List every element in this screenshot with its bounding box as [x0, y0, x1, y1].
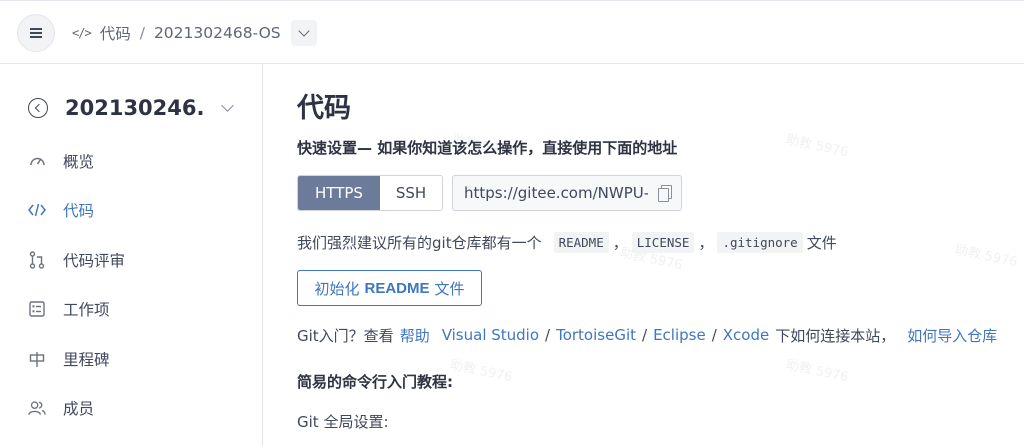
- sidebar-item-label: 成员: [63, 400, 95, 418]
- https-tab[interactable]: HTTPS: [298, 176, 380, 210]
- visual-studio-link[interactable]: Visual Studio: [442, 326, 539, 344]
- init-readme-suffix: 文件: [434, 280, 465, 298]
- help-middle-text: 下如何连接本站，: [775, 326, 896, 345]
- page-title: 代码: [297, 93, 351, 124]
- pull-request-icon: [28, 251, 46, 269]
- dashboard-icon: [28, 152, 46, 170]
- recommend-separator: ，: [698, 233, 714, 252]
- sidebar-item-milestones[interactable]: 里程碑: [28, 342, 238, 376]
- git-global-settings-label: Git 全局设置:: [297, 413, 389, 431]
- init-readme-bold: README: [364, 279, 430, 297]
- quick-setup-heading: 快速设置— 如果你知道该怎么操作，直接使用下面的地址: [297, 139, 678, 157]
- sidebar-item-label: 代码评审: [63, 252, 126, 270]
- help-prefix: Git入门？查看: [297, 326, 394, 345]
- help-links-line: Git入门？查看 帮助 Visual Studio / TortoiseGit …: [297, 323, 997, 347]
- breadcrumb-section[interactable]: 代码: [100, 22, 131, 44]
- sidebar-item-label: 里程碑: [63, 351, 110, 369]
- init-readme-button[interactable]: 初始化 README 文件: [297, 270, 482, 306]
- sidebar-item-label: 工作项: [63, 301, 110, 319]
- copy-icon[interactable]: [658, 185, 672, 202]
- main-content: 代码 快速设置— 如果你知道该怎么操作，直接使用下面的地址 HTTPS SSH …: [297, 64, 1017, 446]
- recommend-prefix: 我们强烈建议所有的git仓库都有一个: [297, 233, 542, 252]
- chevron-down-icon: [297, 25, 310, 37]
- import-repo-link[interactable]: 如何导入仓库: [907, 325, 997, 346]
- gitignore-code: .gitignore: [717, 231, 803, 253]
- code-icon: [28, 201, 46, 219]
- sidebar-item-code[interactable]: 代码: [28, 193, 238, 227]
- clone-url-text[interactable]: https://gitee.com/NWPU-C: [464, 184, 648, 202]
- repo-name[interactable]: 202130246...: [65, 96, 205, 120]
- tortoisegit-link[interactable]: TortoiseGit: [556, 326, 636, 344]
- repo-switch-dropdown[interactable]: [290, 20, 317, 46]
- readme-code: README: [553, 231, 609, 253]
- clone-url-field[interactable]: https://gitee.com/NWPU-C: [452, 175, 682, 211]
- link-separator: /: [545, 326, 551, 344]
- milestone-icon: [28, 350, 46, 368]
- protocol-toggle: HTTPS SSH: [297, 175, 443, 211]
- menu-toggle-button[interactable]: [17, 14, 55, 52]
- recommend-suffix: 文件: [806, 233, 837, 252]
- recommend-files-text: 我们强烈建议所有的git仓库都有一个 README， LICENSE， .git…: [297, 229, 837, 255]
- link-separator: /: [711, 326, 717, 344]
- chevron-down-icon[interactable]: [221, 99, 234, 112]
- repo-header: 202130246...: [28, 92, 248, 124]
- sidebar-item-tasks[interactable]: 工作项: [28, 292, 238, 326]
- sidebar: 202130246... 概览 代码 代码评审 工作项 里程碑 成员: [0, 64, 263, 446]
- link-separator: /: [642, 326, 648, 344]
- top-bar: </> 代码 / 2021302468-OS: [0, 0, 1024, 64]
- license-code: LICENSE: [631, 231, 695, 253]
- sidebar-item-members[interactable]: 成员: [28, 391, 238, 425]
- sidebar-item-code-review[interactable]: 代码评审: [28, 243, 238, 277]
- task-list-icon: [28, 300, 46, 318]
- breadcrumb: </> 代码 / 2021302468-OS: [72, 19, 317, 47]
- ssh-tab[interactable]: SSH: [380, 176, 442, 210]
- xcode-link[interactable]: Xcode: [723, 326, 769, 344]
- cli-tutorial-heading: 简易的命令行入门教程:: [297, 373, 453, 391]
- sidebar-item-overview[interactable]: 概览: [28, 144, 238, 178]
- sidebar-item-label: 代码: [63, 202, 95, 220]
- code-icon: </>: [72, 26, 92, 40]
- help-link[interactable]: 帮助: [400, 325, 430, 346]
- hamburger-icon: [30, 32, 42, 34]
- members-icon: [28, 399, 46, 417]
- eclipse-link[interactable]: Eclipse: [653, 326, 706, 344]
- back-icon[interactable]: [28, 98, 48, 118]
- recommend-separator: ，: [612, 233, 628, 252]
- init-readme-prefix: 初始化: [314, 280, 360, 298]
- breadcrumb-repo[interactable]: 2021302468-OS: [154, 24, 281, 42]
- breadcrumb-separator: /: [139, 24, 145, 42]
- sidebar-item-label: 概览: [63, 153, 95, 171]
